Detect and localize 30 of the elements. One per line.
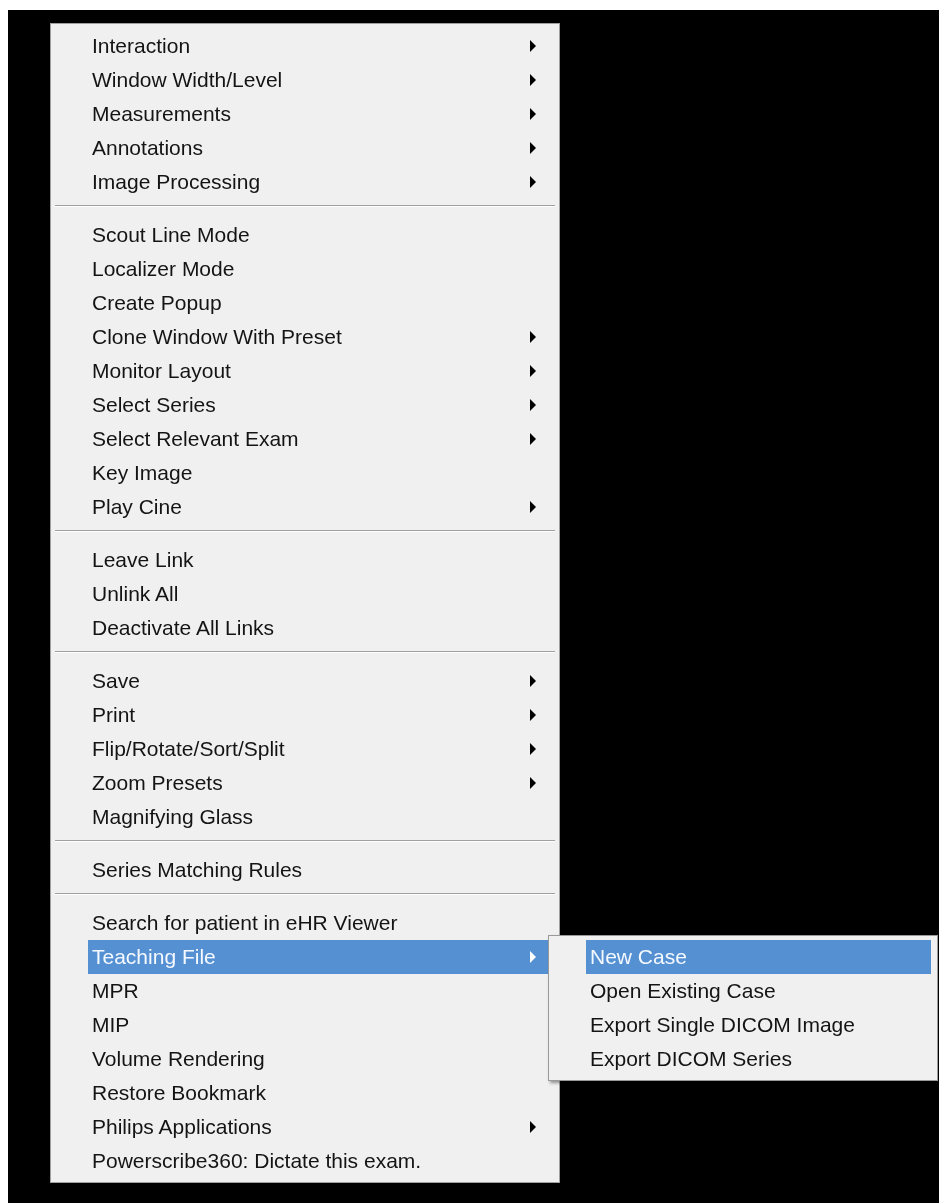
menu-item[interactable]: Measurements (88, 97, 555, 131)
menu-item[interactable]: Key Image (88, 456, 555, 490)
menu-item[interactable]: Flip/Rotate/Sort/Split (88, 732, 555, 766)
menu-item[interactable]: Create Popup (88, 286, 555, 320)
menu-item[interactable]: Image Processing (88, 165, 555, 199)
menu-item[interactable]: Print (88, 698, 555, 732)
menu-item[interactable]: Window Width/Level (88, 63, 555, 97)
menu-item[interactable]: Search for patient in eHR Viewer (88, 906, 555, 940)
menu-item[interactable]: Restore Bookmark (88, 1076, 555, 1110)
menu-item[interactable]: Export Single DICOM Image (586, 1008, 931, 1042)
menu-item[interactable]: Zoom Presets (88, 766, 555, 800)
menu-item[interactable]: Open Existing Case (586, 974, 931, 1008)
menu-item[interactable]: Deactivate All Links (88, 611, 555, 645)
menu-item[interactable]: Select Relevant Exam (88, 422, 555, 456)
menu-item[interactable]: Leave Link (88, 543, 555, 577)
menu-item[interactable]: Interaction (88, 29, 555, 63)
menu-item[interactable]: Scout Line Mode (88, 218, 555, 252)
menu-item[interactable]: Philips Applications (88, 1110, 555, 1144)
menu-item[interactable]: Save (88, 664, 555, 698)
menu-item[interactable]: Clone Window With Preset (88, 320, 555, 354)
menu-item[interactable]: Play Cine (88, 490, 555, 524)
menu-item[interactable]: Monitor Layout (88, 354, 555, 388)
menu-item[interactable]: Magnifying Glass (88, 800, 555, 834)
menu-item[interactable]: Powerscribe360: Dictate this exam. (88, 1144, 555, 1178)
menu-item[interactable]: Annotations (88, 131, 555, 165)
menu-item[interactable]: Export DICOM Series (586, 1042, 931, 1076)
menu-item[interactable]: Unlink All (88, 577, 555, 611)
menu-item[interactable]: Select Series (88, 388, 555, 422)
menu-item[interactable]: Localizer Mode (88, 252, 555, 286)
menu-item[interactable]: Series Matching Rules (88, 853, 555, 887)
